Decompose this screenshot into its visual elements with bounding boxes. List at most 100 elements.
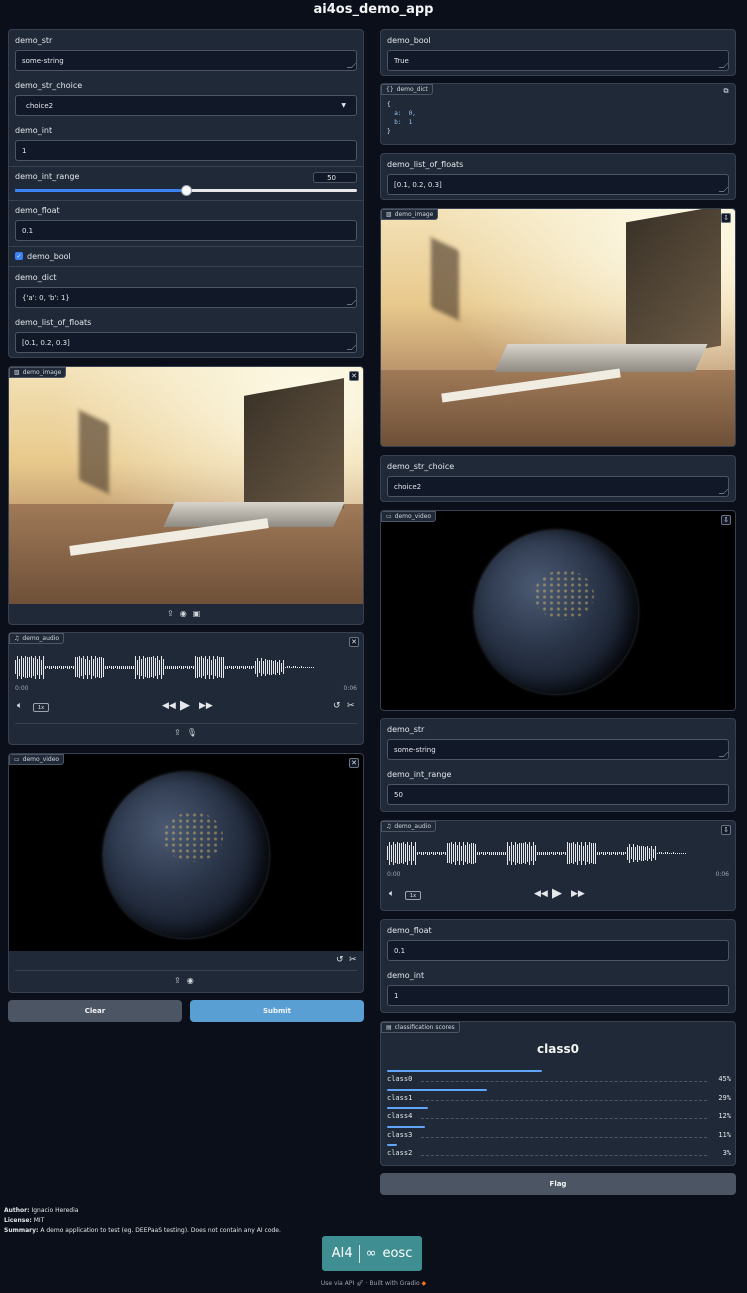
demo-str-input[interactable]: some-string bbox=[15, 50, 357, 71]
waveform-bar bbox=[201, 656, 202, 678]
out-demo-bool-value: True bbox=[394, 56, 409, 65]
waveform-bar bbox=[565, 851, 566, 855]
demo-int-input[interactable]: 1 bbox=[15, 140, 357, 161]
output-demo-audio-panel: ♫ demo_audio ⇩ 0:00 0:06 🔈︎ 1x ◀◀ ▶ ▶▶ bbox=[380, 820, 736, 911]
waveform-bar bbox=[547, 851, 548, 855]
slider-thumb[interactable] bbox=[181, 185, 192, 196]
download-icon[interactable]: ⇩ bbox=[721, 213, 731, 223]
webcam-icon[interactable]: ◉ bbox=[187, 976, 194, 985]
play-icon[interactable]: ▶ bbox=[552, 886, 562, 901]
waveform-bar bbox=[65, 666, 66, 668]
demo-list-of-floats-input[interactable]: [0.1, 0.2, 0.3] bbox=[15, 332, 357, 353]
close-icon[interactable]: ✕ bbox=[349, 758, 359, 768]
microphone-icon[interactable]: 🎙︎ bbox=[187, 728, 197, 737]
waveform-bar bbox=[181, 665, 182, 669]
download-icon[interactable]: ⇩ bbox=[721, 825, 731, 835]
slider-track[interactable] bbox=[15, 185, 357, 196]
waveform-bar bbox=[129, 665, 130, 669]
volume-icon[interactable]: 🔈︎ bbox=[17, 701, 22, 711]
trim-icon[interactable]: ✂ bbox=[349, 955, 357, 965]
fast-forward-icon[interactable]: ▶▶ bbox=[571, 889, 585, 899]
demo-int-range-number[interactable]: 50 bbox=[313, 172, 357, 183]
submit-button[interactable]: Submit bbox=[190, 1000, 364, 1022]
waveform-bar bbox=[231, 665, 232, 669]
out-demo-image-tag: ▧ demo_image bbox=[381, 209, 439, 220]
close-icon[interactable]: ✕ bbox=[349, 637, 359, 647]
close-icon[interactable]: ✕ bbox=[349, 371, 359, 381]
score-bar bbox=[387, 1107, 429, 1109]
waveform-bar bbox=[593, 842, 594, 864]
output-demo-str-choice-panel: demo_str_choice choice2 bbox=[380, 455, 736, 502]
waveform-bar bbox=[567, 842, 568, 864]
use-via-api-link[interactable]: Use via API bbox=[321, 1280, 354, 1287]
upload-icon[interactable]: ⇪ bbox=[174, 728, 181, 737]
waveform-bar bbox=[561, 851, 562, 855]
demo-dict-input[interactable]: {'a': 0, 'b': 1} bbox=[15, 287, 357, 308]
demo-str-choice-dropdown[interactable]: choice2 ▼ bbox=[15, 95, 357, 116]
author-key: Author: bbox=[4, 1207, 30, 1214]
out-demo-list-textbox: [0.1, 0.2, 0.3] bbox=[387, 174, 729, 195]
waveform-bar bbox=[551, 852, 552, 854]
audio-waveform[interactable] bbox=[15, 653, 357, 681]
play-icon[interactable]: ▶ bbox=[180, 698, 190, 713]
copy-icon[interactable]: ⧉ bbox=[721, 86, 731, 96]
waveform-bar bbox=[81, 658, 82, 676]
output-demo-dict-panel: {} demo_dict ⧉ { a: 0, b: 1 } bbox=[380, 83, 736, 145]
demo-float-label: demo_float bbox=[15, 206, 60, 215]
out-demo-dict-tag-label: demo_dict bbox=[396, 86, 428, 93]
rewind-icon[interactable]: ◀◀ bbox=[162, 701, 176, 711]
playback-speed-button[interactable]: 1x bbox=[33, 703, 49, 712]
waveform-bar bbox=[627, 846, 628, 860]
download-icon[interactable]: ⇩ bbox=[721, 515, 731, 525]
fast-forward-icon[interactable]: ▶▶ bbox=[199, 701, 213, 711]
demo-audio-input[interactable]: ♫ demo_audio ✕ 0:00 0:06 🔈︎ 1x ◀◀ ▶ ▶▶ ↺ … bbox=[8, 632, 364, 745]
trim-icon[interactable]: ✂ bbox=[347, 701, 355, 711]
waveform-bar bbox=[525, 842, 526, 864]
webcam-icon[interactable]: ◉ bbox=[180, 609, 187, 618]
reset-icon[interactable]: ↺ bbox=[333, 701, 341, 711]
out-demo-video-tag-label: demo_video bbox=[394, 513, 432, 520]
waveform-bar bbox=[105, 665, 106, 669]
input-form-panel: demo_str some-string demo_str_choice cho… bbox=[8, 29, 364, 358]
waveform-bar bbox=[415, 841, 416, 865]
video-player[interactable] bbox=[9, 754, 363, 951]
waveform-bar bbox=[259, 661, 260, 673]
waveform-bar bbox=[491, 851, 492, 855]
score-row: class4 12% bbox=[387, 1107, 731, 1124]
score-dots bbox=[421, 1099, 707, 1101]
waveform-bar bbox=[47, 666, 48, 668]
waveform-bar bbox=[451, 842, 452, 864]
waveform-bar bbox=[35, 655, 36, 679]
waveform-bar bbox=[139, 655, 140, 679]
demo-bool-checkbox[interactable]: ✓ bbox=[15, 252, 23, 260]
waveform-bar bbox=[599, 851, 600, 855]
built-with-gradio-link[interactable]: Built with Gradio bbox=[370, 1280, 420, 1287]
upload-icon[interactable]: ⇪ bbox=[174, 976, 181, 985]
upload-icon[interactable]: ⇪ bbox=[167, 609, 174, 618]
waveform-bar bbox=[657, 852, 658, 854]
video-player[interactable] bbox=[381, 511, 735, 710]
clear-button[interactable]: Clear bbox=[8, 1000, 182, 1022]
demo-float-input[interactable]: 0.1 bbox=[15, 220, 357, 241]
audio-waveform[interactable] bbox=[387, 839, 729, 867]
waveform-bar bbox=[635, 846, 636, 860]
demo-image-input[interactable]: ▧ demo_image ✕ ⇪ ◉ ▣ bbox=[8, 366, 364, 625]
score-class-name: class0 bbox=[387, 1075, 413, 1083]
waveform-bar bbox=[477, 851, 478, 855]
waveform-bar bbox=[387, 846, 388, 860]
output-str-range-panel: demo_str some-string demo_int_range 50 bbox=[380, 718, 736, 812]
rewind-icon[interactable]: ◀◀ bbox=[534, 889, 548, 899]
demo-video-input[interactable]: ▭ demo_video ✕ ↺ ✂ ⇪ ◉ bbox=[8, 753, 364, 993]
waveform-bar bbox=[155, 658, 156, 676]
playback-speed-button[interactable]: 1x bbox=[405, 891, 421, 900]
waveform-bar bbox=[159, 659, 160, 675]
waveform-bar bbox=[645, 846, 646, 860]
volume-icon[interactable]: 🔈︎ bbox=[389, 889, 394, 899]
waveform-bar bbox=[307, 666, 308, 668]
reset-icon[interactable]: ↺ bbox=[336, 955, 344, 965]
waveform-bar bbox=[581, 841, 582, 865]
out-demo-audio-tag: ♫ demo_audio bbox=[381, 821, 437, 832]
flag-button[interactable]: Flag bbox=[380, 1173, 736, 1195]
waveform-bar bbox=[241, 666, 242, 668]
clipboard-icon[interactable]: ▣ bbox=[193, 609, 201, 618]
